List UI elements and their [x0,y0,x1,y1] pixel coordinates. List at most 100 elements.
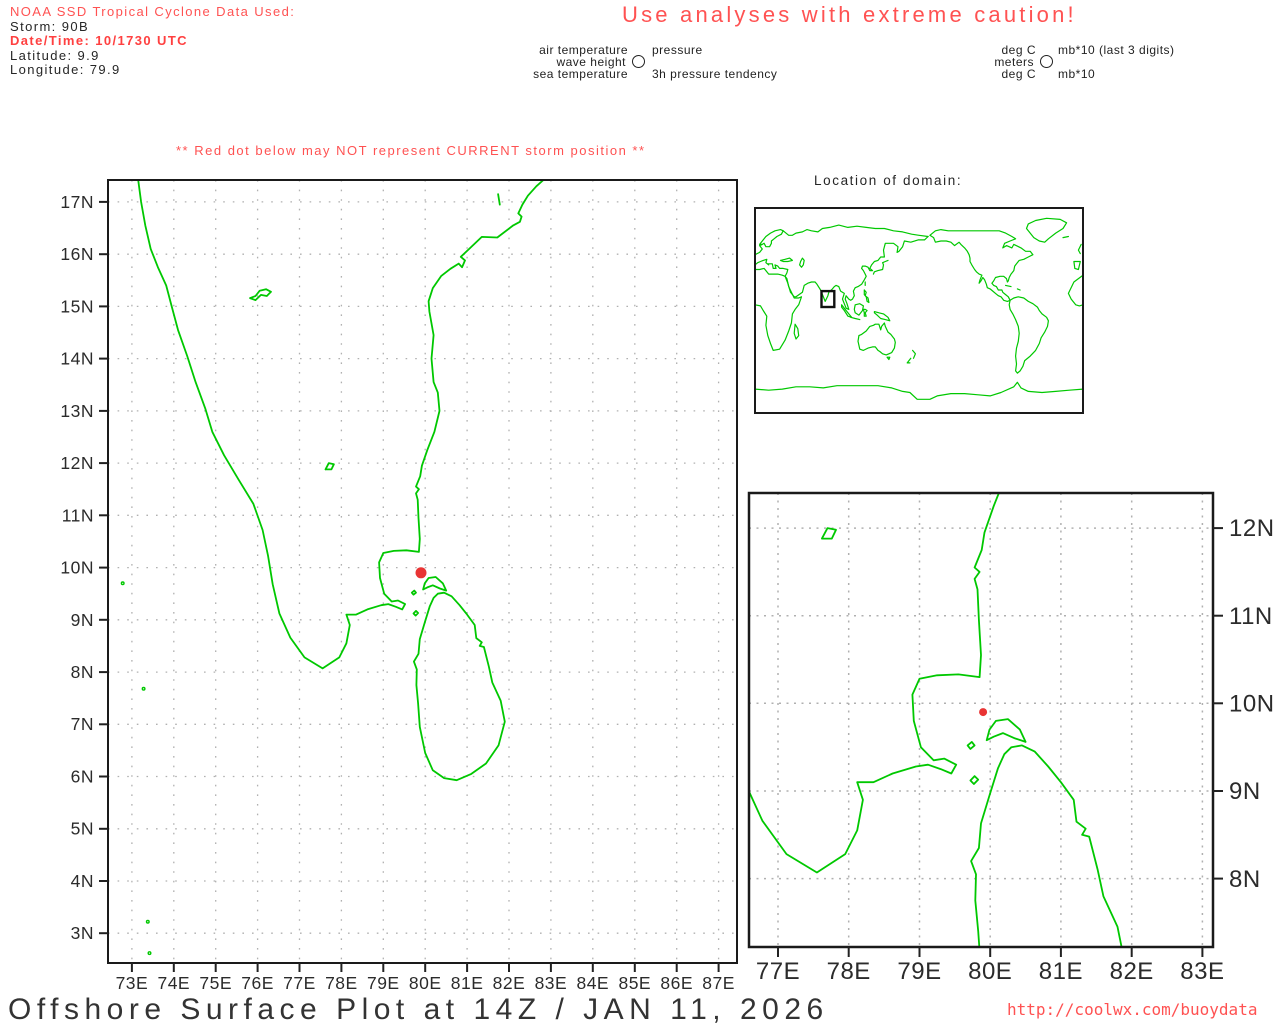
x-tick-label: 74E [157,973,190,993]
coastline-segment [414,593,505,781]
y-tick-label: 7N [71,714,94,734]
coastline-segment [755,268,802,350]
coastline-segment [863,309,867,316]
zoom-map: 77E78E79E80E81E82E83E12N11N10N9N8N [506,53,1275,1024]
axis-labels: 73E74E75E76E77E78E79E80E81E82E83E84E85E8… [60,192,735,993]
coastline-segment [854,304,863,315]
coastline-segment [1063,237,1068,238]
x-tick-label: 82E [493,973,526,993]
y-tick-label: 5N [71,819,94,839]
coastline-segment [874,312,889,321]
coastline-segment [800,258,805,267]
x-tick-label: 78E [827,958,871,985]
x-tick-label: 81E [1039,958,1083,985]
x-tick-label: 84E [576,973,609,993]
coastline-segment [851,317,860,319]
coastline-segment [1113,77,1116,95]
coastline-segment [968,742,975,749]
x-tick-label: 83E [1180,958,1224,985]
coastline-segment [695,236,730,254]
coastline-segment [423,577,446,591]
island-speck [148,952,151,955]
coastline-segment [1078,244,1081,253]
y-tick-label: 12N [60,453,94,473]
coastline-segment [412,591,416,595]
map-frame [749,493,1213,947]
x-tick-label: 75E [199,973,232,993]
coastline-segment [1009,297,1048,373]
source-url: http://coolwx.com/buoydata [1007,1000,1257,1019]
coastline-segment [913,350,916,358]
y-tick-label: 17N [60,192,94,212]
coastline-segment [783,225,928,236]
main-map: 73E74E75E76E77E78E79E80E81E82E83E84E85E8… [60,180,737,993]
x-tick-label: 86E [660,973,693,993]
y-tick-label: 14N [60,349,94,369]
y-tick-label: 8N [71,662,94,682]
x-tick-label: 73E [116,973,149,993]
y-tick-label: 3N [71,923,94,943]
coastline-segment [250,289,271,300]
x-tick-label: 77E [756,958,800,985]
axis-ticks [778,528,1223,957]
island-speck [142,688,145,691]
y-tick-label: 9N [71,610,94,630]
coastline-segment [1017,289,1020,290]
coastline-segment [138,180,543,668]
y-tick-label: 6N [71,767,94,787]
coastline-segment [414,611,419,616]
y-tick-label: 16N [60,244,94,264]
coastline-segment [907,358,911,363]
coastline-segment [887,357,890,359]
coastline-segment [987,719,1026,742]
coastline-segment [1068,275,1083,306]
grid-lines [749,493,1213,947]
coastline-segment [970,776,978,784]
coastline-segment [930,230,1033,302]
coastline-segment [781,258,793,261]
x-tick-label: 76E [241,973,274,993]
coastline-segment [755,237,928,310]
x-tick-label: 82E [1110,958,1154,985]
x-tick-label: 81E [451,973,484,993]
x-tick-label: 80E [409,973,442,993]
coastline-segment [755,230,783,255]
x-tick-label: 85E [618,973,651,993]
world-inset-map [755,208,1083,413]
y-tick-label: 15N [60,296,94,316]
x-tick-label: 83E [535,973,568,993]
coastline-segment [822,528,836,539]
y-tick-label: 10N [1229,691,1275,718]
coastline-segment [326,463,334,469]
coastline-segment [755,382,1083,399]
x-tick-label: 79E [897,958,941,985]
x-tick-label: 77E [283,973,316,993]
y-tick-label: 13N [60,401,94,421]
x-tick-label: 87E [702,973,735,993]
map-canvas: 73E 74E 75E 76E 77E 78E 79E 80E 81E 82E 83E 84E 85E 8… [0,0,1280,1024]
island-speck [121,582,124,585]
y-tick-label: 11N [1229,603,1273,630]
coastline-segment [1074,262,1080,270]
y-tick-label: 10N [60,558,94,578]
coastlines [755,218,1083,399]
y-tick-label: 11N [62,505,94,525]
coastline-segment [858,323,895,355]
coastline-segment [1006,285,1011,286]
island-speck [147,920,150,923]
coastline-segment [794,324,799,339]
x-tick-label: 80E [968,958,1012,985]
x-tick-label: 79E [367,973,400,993]
coastline-segment [873,260,888,274]
coastline-segment [498,194,500,205]
coastline-segment [864,290,869,303]
storm-position-dot [416,567,427,578]
storm-position-dot [979,708,987,716]
coastline-segment [842,305,852,318]
y-tick-label: 9N [1229,778,1261,805]
y-tick-label: 4N [71,871,94,891]
axis-ticks [99,202,719,972]
axis-labels: 77E78E79E80E81E82E83E12N11N10N9N8N [756,515,1275,985]
plot-title: Offshore Surface Plot at 14Z / JAN 11, 2… [8,993,829,1024]
coastline-segment [1027,218,1067,242]
